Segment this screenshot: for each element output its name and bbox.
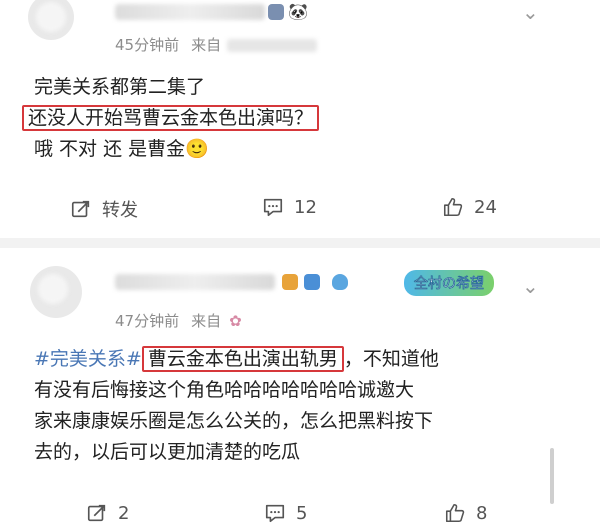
chevron-down-icon[interactable]: ⌄: [522, 0, 539, 24]
comment-button[interactable]: 12: [262, 196, 317, 218]
comment-count: 12: [294, 196, 317, 218]
highlighted-text: 还没人开始骂曹云金本色出演吗？: [22, 105, 320, 131]
like-count: 8: [476, 502, 488, 524]
topic-tag[interactable]: #完美关系#: [34, 348, 142, 370]
repost-button[interactable]: 转发: [70, 196, 138, 222]
repost-icon: [71, 200, 90, 218]
panda-icon: 🐼: [288, 2, 308, 21]
post-time: 45分钟前: [115, 36, 180, 54]
post-2: 全村の希望 ⌄ 47分钟前 来自 ✿ #完美关系# 曹云金本色出演出轨男 ，不知道他 有…: [0, 248, 600, 530]
member-badge-icon: [268, 4, 284, 20]
vip-badge-icon: [282, 274, 298, 290]
avatar[interactable]: [28, 0, 74, 40]
post-actions: 2 5 8: [0, 502, 600, 532]
like-button[interactable]: 8: [444, 502, 487, 524]
repost-count: 2: [118, 502, 130, 524]
avatar[interactable]: [30, 266, 82, 318]
post-1: 🐼 ⌄ 45分钟前 来自 完美关系都第二集了 还没人开始骂曹云金本色出演吗？ 哦 …: [0, 0, 600, 235]
highlighted-text: 曹云金本色出演出轨男: [141, 346, 344, 372]
post-meta: 47分钟前 来自 ✿: [115, 310, 242, 331]
content-line-3: 家来康康娱乐圈是怎么公关的，怎么把黑料按下: [34, 410, 434, 432]
thumbs-up-icon: [443, 197, 463, 217]
repost-button[interactable]: 2: [86, 502, 129, 524]
like-count: 24: [474, 196, 497, 218]
content-line-4: 去的，以后可以更加清楚的吃瓜: [34, 441, 301, 463]
fan-badge: 全村の希望: [404, 270, 494, 296]
post-divider: [0, 238, 600, 248]
comment-icon: [263, 198, 283, 217]
source-label: 来自: [191, 312, 222, 330]
source-blurred: [227, 39, 318, 52]
username-blurred[interactable]: [115, 4, 265, 20]
comment-count: 5: [296, 502, 308, 524]
post-meta: 45分钟前 来自: [115, 34, 318, 55]
content-line-3: 哦 不对 还 是曹金🙂: [34, 138, 209, 160]
scrollbar[interactable]: [550, 448, 554, 504]
source-label: 来自: [191, 36, 222, 54]
content-line-1-rest: ，不知道他: [343, 348, 439, 370]
post-content: 完美关系都第二集了 还没人开始骂曹云金本色出演吗？ 哦 不对 还 是曹金🙂: [22, 72, 554, 165]
post-content: #完美关系# 曹云金本色出演出轨男 ，不知道他 有没有后悔接这个角色哈哈哈哈哈哈哈诚…: [34, 344, 564, 468]
checkin-badge-icon: [304, 274, 320, 290]
flower-icon: ✿: [229, 312, 242, 330]
content-line-1: 完美关系都第二集了: [34, 76, 206, 98]
thumbs-up-icon: [445, 503, 465, 523]
repost-icon: [87, 504, 106, 522]
username-blurred[interactable]: [115, 274, 275, 290]
comment-icon: [265, 504, 285, 523]
comment-button[interactable]: 5: [264, 502, 307, 524]
chevron-down-icon[interactable]: ⌄: [522, 274, 539, 298]
post-actions: 转发 12 24: [0, 196, 600, 226]
like-button[interactable]: 24: [442, 196, 497, 218]
repost-label: 转发: [102, 200, 138, 221]
shield-badge-icon: [332, 274, 348, 290]
post-time: 47分钟前: [115, 312, 180, 330]
content-line-2: 有没有后悔接这个角色哈哈哈哈哈哈哈诚邀大: [34, 379, 415, 401]
